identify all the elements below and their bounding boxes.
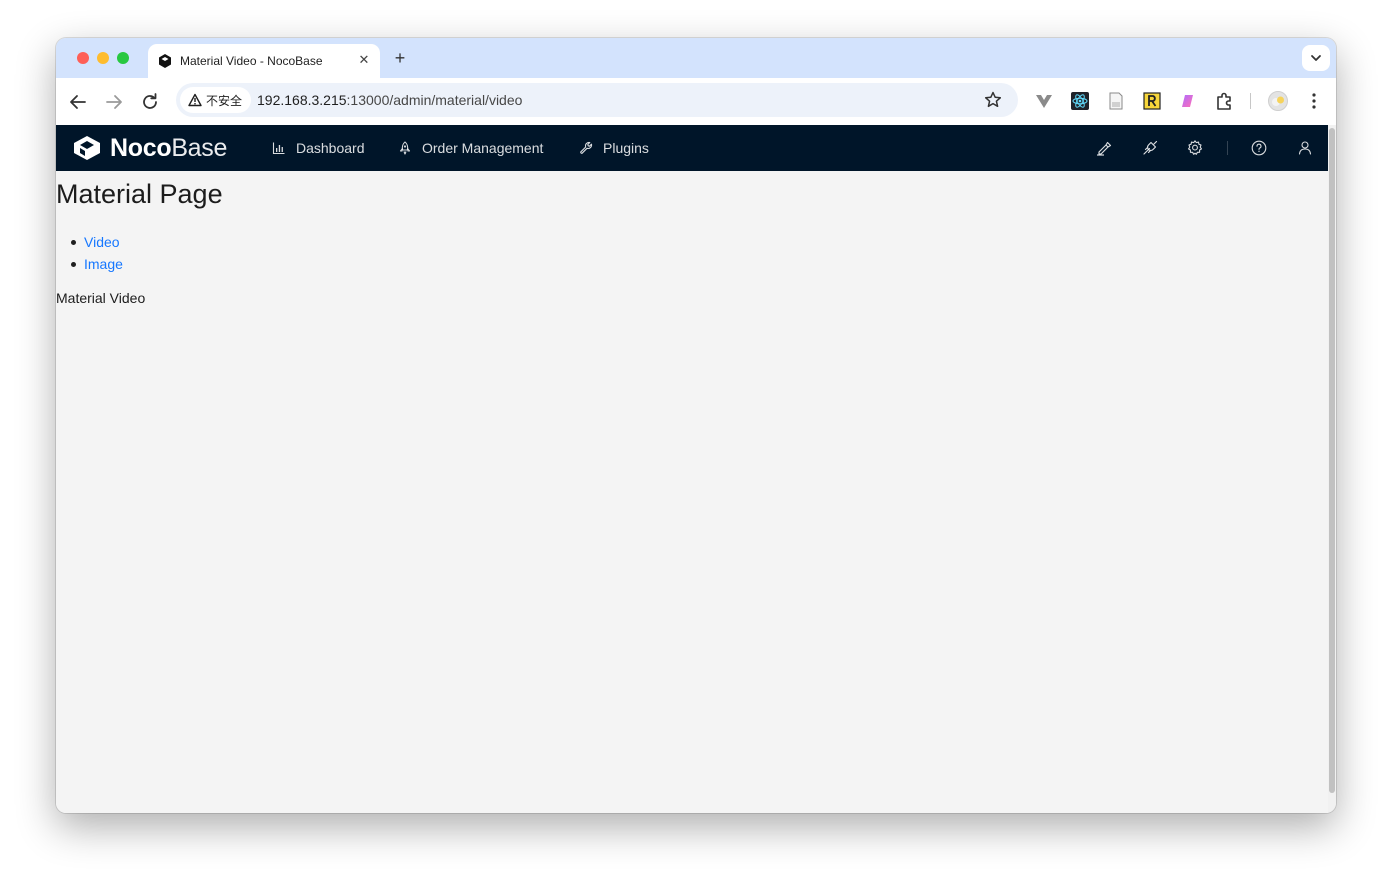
help-icon[interactable] <box>1250 139 1268 157</box>
image-link[interactable]: Image <box>84 256 123 272</box>
nocobase-logo-mark-icon <box>74 136 100 160</box>
react-devtools-extension-icon[interactable] <box>1069 90 1091 112</box>
tab-close-icon[interactable]: ✕ <box>355 50 373 70</box>
settings-icon[interactable] <box>1186 139 1204 157</box>
bar-chart-icon <box>272 142 285 155</box>
page-title: Material Page <box>56 179 223 209</box>
material-link-list: Video Image <box>71 231 123 275</box>
api-icon[interactable] <box>1141 139 1159 157</box>
wrench-icon <box>580 141 593 154</box>
video-link[interactable]: Video <box>84 234 120 250</box>
address-bar[interactable]: 不安全 192.168.3.215:13000/admin/material/v… <box>176 83 1018 117</box>
reload-icon[interactable] <box>138 90 162 114</box>
highlight-icon[interactable] <box>1095 139 1113 157</box>
security-label: 不安全 <box>206 93 243 108</box>
url-host: 192.168.3.215 <box>257 92 347 108</box>
logo-text: NocoBase <box>110 134 227 163</box>
menu-item-dashboard[interactable]: Dashboard <box>272 125 365 171</box>
logo-text-light: Base <box>171 133 228 162</box>
route-content-text: Material Video <box>56 290 146 306</box>
scrollbar-thumb[interactable] <box>1329 128 1335 793</box>
back-arrow-icon[interactable] <box>66 90 90 114</box>
warning-icon <box>188 93 202 107</box>
tab-title: Material Video - NocoBase <box>180 54 323 68</box>
r-extension-icon[interactable] <box>1141 90 1163 112</box>
browser-toolbar: 不安全 192.168.3.215:13000/admin/material/v… <box>56 78 1336 125</box>
url-path: :13000/admin/material/video <box>346 92 523 108</box>
list-item: Video <box>71 231 123 253</box>
more-menu-icon[interactable] <box>1303 90 1325 112</box>
close-window-button[interactable] <box>77 52 89 64</box>
list-item: Image <box>71 253 123 275</box>
nocobase-logo[interactable]: NocoBase <box>72 134 227 163</box>
nocobase-app: NocoBase Dashboard Order Management Plug… <box>56 125 1328 813</box>
bookmark-star-icon[interactable] <box>983 90 1003 110</box>
site-security-chip[interactable]: 不安全 <box>180 87 252 113</box>
nocobase-favicon-icon <box>159 54 171 68</box>
minimize-window-button[interactable] <box>97 52 109 64</box>
tab-strip: Material Video - NocoBase ✕ + <box>56 38 1336 78</box>
browser-tab-active[interactable]: Material Video - NocoBase ✕ <box>148 44 380 78</box>
tab-search-button[interactable] <box>1302 45 1330 71</box>
url-text: 192.168.3.215:13000/admin/material/video <box>257 92 522 108</box>
vue-devtools-extension-icon[interactable] <box>1033 90 1055 112</box>
app-header: NocoBase Dashboard Order Management Plug… <box>56 125 1328 171</box>
browser-window: Material Video - NocoBase ✕ + 不安全 192.16… <box>56 38 1336 813</box>
toolbar-separator <box>1250 93 1251 109</box>
menu-item-order-management[interactable]: Order Management <box>398 125 543 171</box>
header-separator <box>1227 141 1228 155</box>
menu-item-plugins[interactable]: Plugins <box>579 125 649 171</box>
menu-item-label: Order Management <box>422 140 544 156</box>
user-icon[interactable] <box>1296 139 1314 157</box>
profile-avatar-icon[interactable] <box>1267 90 1289 112</box>
chevron-down-icon <box>1311 55 1321 61</box>
logo-text-bold: Noco <box>110 133 172 162</box>
color-extension-icon[interactable] <box>1177 90 1199 112</box>
rocket-icon <box>399 141 411 155</box>
forward-arrow-icon[interactable] <box>102 90 126 114</box>
new-tab-button[interactable]: + <box>390 47 410 69</box>
menu-item-label: Dashboard <box>296 140 365 156</box>
document-extension-icon[interactable] <box>1105 90 1127 112</box>
menu-item-label: Plugins <box>603 140 649 156</box>
extensions-puzzle-icon[interactable] <box>1213 90 1235 112</box>
zoom-window-button[interactable] <box>117 52 129 64</box>
